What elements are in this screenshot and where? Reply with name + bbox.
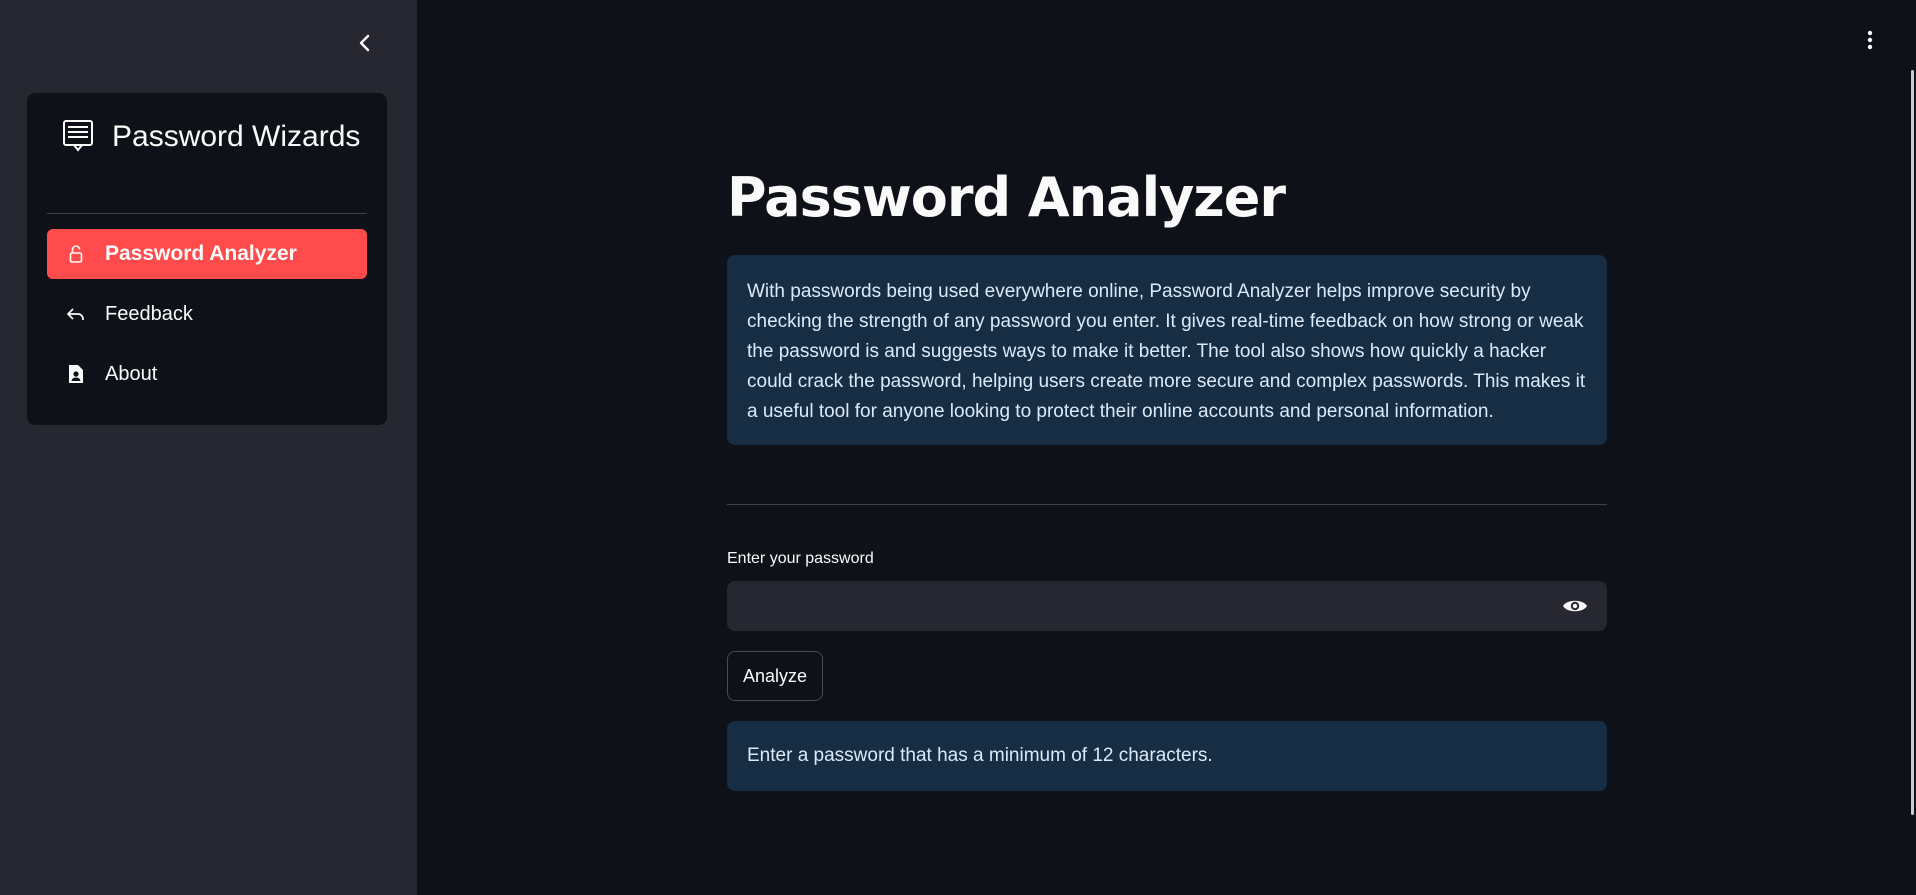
password-field [727, 581, 1607, 631]
file-person-icon [65, 363, 87, 385]
sidebar-item-about[interactable]: About [47, 349, 367, 399]
description-box: With passwords being used everywhere onl… [727, 255, 1607, 445]
toggle-visibility-button[interactable] [1561, 594, 1589, 618]
collapse-sidebar-button[interactable] [352, 30, 378, 56]
password-input[interactable] [727, 581, 1547, 631]
page-title: Password Analyzer [727, 166, 1286, 229]
password-label: Enter your password [727, 550, 874, 567]
hint-text: Enter a password that has a minimum of 1… [747, 745, 1213, 766]
menu-card-icon [62, 119, 94, 153]
sidebar-divider [47, 213, 367, 214]
brand: Password Wizards [62, 115, 362, 159]
lock-icon [65, 243, 87, 265]
nav-menu: Password Wizards Password Analyzer Feedb… [27, 93, 387, 425]
reply-icon [65, 303, 87, 325]
sidebar-item-password-analyzer[interactable]: Password Analyzer [47, 229, 367, 279]
eye-icon [1563, 600, 1587, 612]
sidebar-item-label: About [105, 362, 158, 385]
kebab-menu-icon [1867, 30, 1873, 50]
brand-title: Password Wizards [112, 120, 361, 153]
analyze-button[interactable]: Analyze [727, 651, 823, 701]
sidebar-item-feedback[interactable]: Feedback [47, 289, 367, 339]
sidebar: Password Wizards Password Analyzer Feedb… [0, 0, 417, 895]
description-text: With passwords being used everywhere onl… [747, 281, 1586, 422]
sidebar-item-label: Password Analyzer [105, 242, 297, 265]
sidebar-item-label: Feedback [105, 302, 193, 325]
page-scrollbar[interactable] [1911, 70, 1914, 815]
chevron-left-icon [359, 34, 370, 52]
main-divider [727, 504, 1607, 505]
main-menu-button[interactable] [1858, 28, 1882, 52]
hint-box: Enter a password that has a minimum of 1… [727, 721, 1607, 791]
